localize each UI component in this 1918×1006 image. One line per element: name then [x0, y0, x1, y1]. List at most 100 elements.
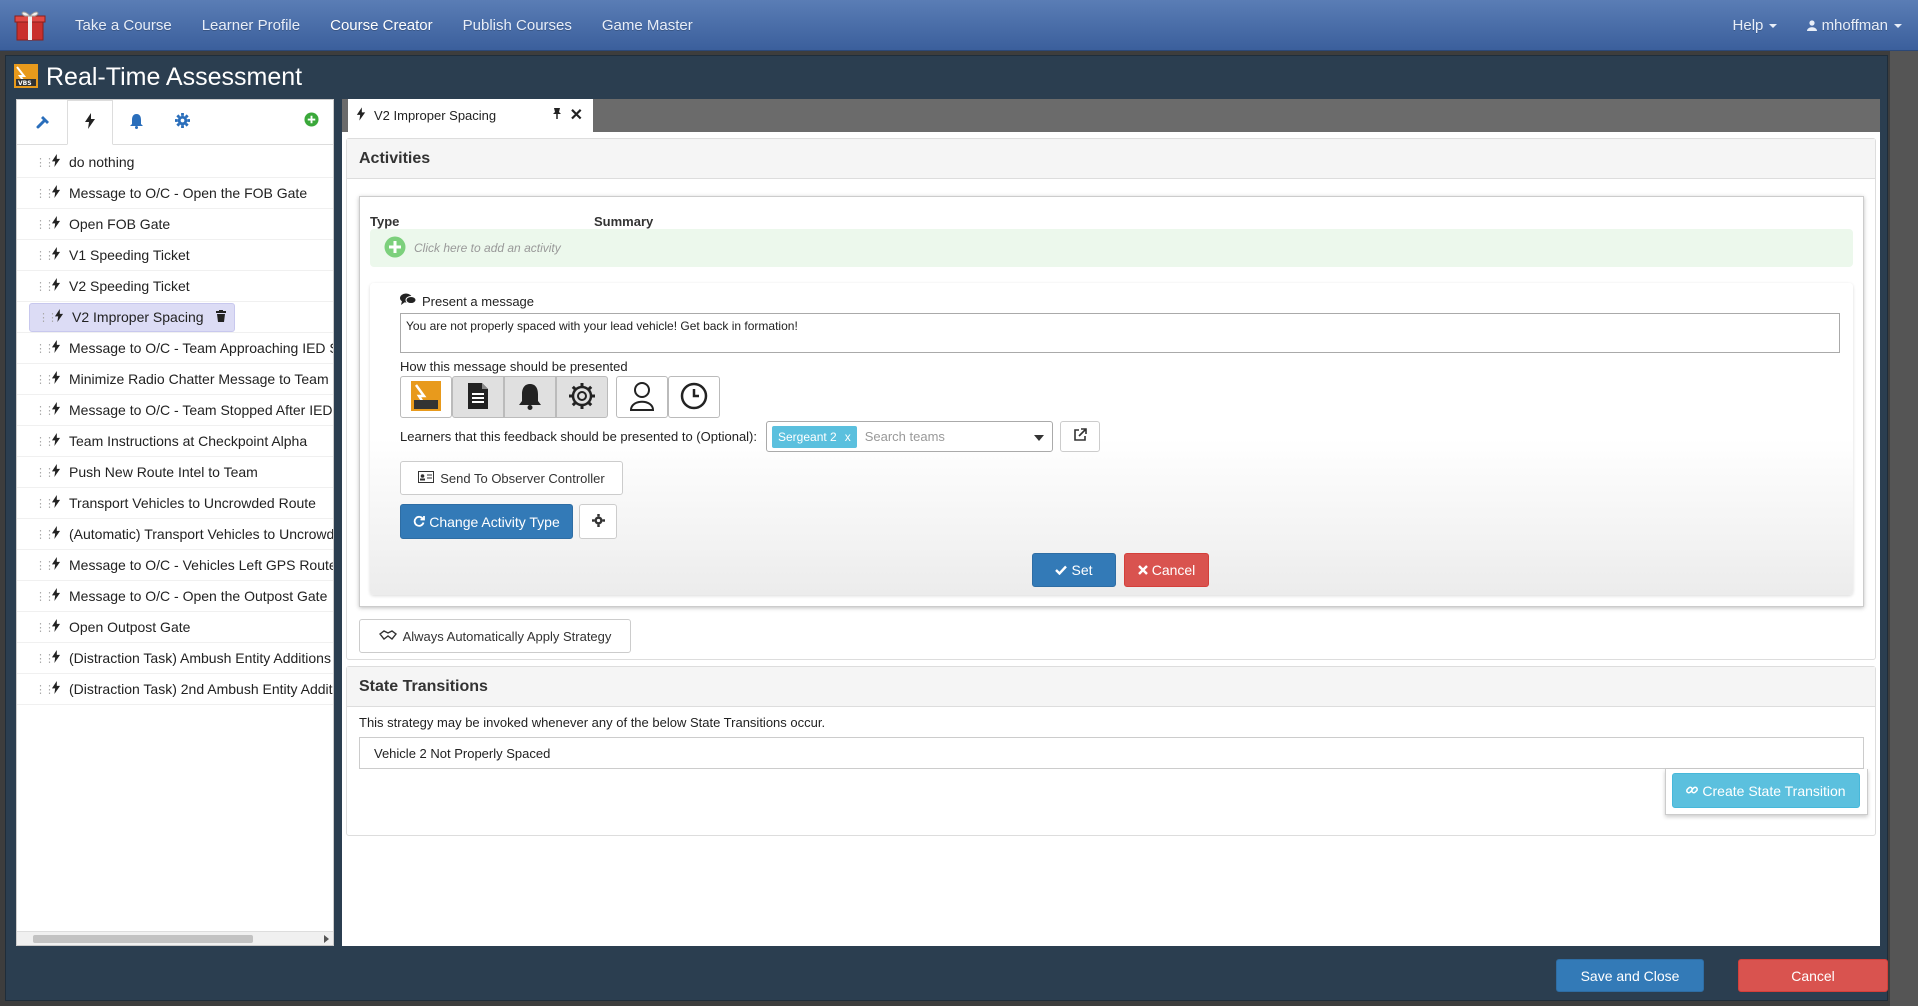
- drag-handle-icon[interactable]: ⋮⋮: [35, 652, 55, 665]
- strategy-item[interactable]: ⋮⋮ Transport Vehicles to Uncrowded Route: [17, 488, 333, 519]
- drag-handle-icon[interactable]: ⋮⋮: [35, 373, 55, 386]
- tab-settings[interactable]: [159, 100, 205, 144]
- strategy-item[interactable]: ⋮⋮ V1 Speeding Ticket: [17, 240, 333, 271]
- bolt-icon: [51, 526, 63, 542]
- drag-handle-icon[interactable]: ⋮⋮: [35, 218, 55, 231]
- drag-handle-icon[interactable]: ⋮⋮: [35, 528, 55, 541]
- strategy-item[interactable]: ⋮⋮ Message to O/C - Open the Outpost Gate: [17, 581, 333, 612]
- nav-course-creator[interactable]: Course Creator: [315, 0, 448, 51]
- mode-vbs-button[interactable]: [400, 376, 452, 418]
- strategy-item[interactable]: ⋮⋮ (Distraction Task) 2nd Ambush Entity A…: [17, 674, 333, 705]
- nav-publish-courses[interactable]: Publish Courses: [448, 0, 587, 51]
- clock-icon: [680, 382, 708, 413]
- strategy-label: Team Instructions at Checkpoint Alpha: [69, 433, 308, 449]
- activity-settings-button[interactable]: [579, 504, 617, 539]
- strategy-item[interactable]: ⋮⋮ Open FOB Gate: [17, 209, 333, 240]
- drag-handle-icon[interactable]: ⋮⋮: [35, 590, 55, 603]
- horizontal-scrollbar[interactable]: [17, 931, 333, 945]
- strategy-tabs: [17, 100, 333, 145]
- strategy-item[interactable]: ⋮⋮ Message to O/C - Vehicles Left GPS Rou…: [17, 550, 333, 581]
- strategy-item[interactable]: ⋮⋮ (Automatic) Transport Vehicles to Uncr…: [17, 519, 333, 550]
- scrollbar-thumb[interactable]: [33, 935, 253, 943]
- team-select[interactable]: Sergeant 2 x Search teams: [766, 421, 1053, 452]
- open-external-button[interactable]: [1060, 421, 1100, 452]
- drag-handle-icon[interactable]: ⋮⋮: [35, 435, 55, 448]
- drag-handle-icon[interactable]: ⋮⋮: [35, 249, 55, 262]
- save-and-close-button[interactable]: Save and Close: [1556, 959, 1704, 992]
- create-state-transition-button[interactable]: Create State Transition: [1672, 773, 1860, 808]
- vbs-logo-icon: [411, 380, 441, 414]
- add-activity-row[interactable]: Click here to add an activity: [370, 229, 1853, 267]
- mode-gear-button[interactable]: [556, 376, 608, 418]
- send-to-oc-button[interactable]: Send To Observer Controller: [400, 461, 623, 495]
- trash-icon[interactable]: [215, 309, 226, 325]
- mode-bell-button[interactable]: [504, 376, 556, 418]
- drag-handle-icon[interactable]: ⋮⋮: [35, 559, 55, 572]
- person-icon: [629, 381, 655, 414]
- always-apply-label: Always Automatically Apply Strategy: [402, 628, 612, 644]
- remove-team-icon[interactable]: x: [845, 430, 851, 444]
- drag-handle-icon[interactable]: ⋮⋮: [35, 187, 55, 200]
- bolt-icon: [51, 185, 63, 201]
- nav-take-a-course[interactable]: Take a Course: [60, 0, 187, 51]
- tab-notifications[interactable]: [113, 100, 159, 144]
- nav-game-master[interactable]: Game Master: [587, 0, 708, 51]
- close-icon[interactable]: ✕: [570, 105, 583, 125]
- strategy-item[interactable]: ⋮⋮ Push New Route Intel to Team: [17, 457, 333, 488]
- drag-handle-icon[interactable]: ⋮⋮: [35, 466, 55, 479]
- user-dropdown[interactable]: mhoffman: [1792, 0, 1902, 51]
- tab-strategies[interactable]: [67, 100, 113, 145]
- strategy-item[interactable]: ⋮⋮ do nothing: [17, 147, 333, 178]
- times-icon: [1137, 562, 1148, 578]
- real-time-assessment-modal: VBS Real-Time Assessment ⋮⋮ do nothing ⋮…: [5, 55, 1888, 1001]
- activities-heading: Activities: [347, 139, 1875, 179]
- modal-cancel-button[interactable]: Cancel: [1738, 959, 1888, 992]
- strategy-item[interactable]: ⋮⋮ V2 Improper Spacing: [17, 302, 333, 333]
- activities-table: Type Summary Click here to add an activi…: [359, 196, 1864, 607]
- strategy-item[interactable]: ⋮⋮ Message to O/C - Team Approaching IED …: [17, 333, 333, 364]
- drag-handle-icon[interactable]: ⋮⋮: [35, 342, 55, 355]
- mode-document-button[interactable]: [452, 376, 504, 418]
- drag-handle-icon[interactable]: ⋮⋮: [35, 156, 55, 169]
- strategy-item[interactable]: ⋮⋮ (Distraction Task) Ambush Entity Addit…: [17, 643, 333, 674]
- drag-handle-icon[interactable]: ⋮⋮: [38, 311, 58, 324]
- check-icon: [1055, 562, 1068, 578]
- strategy-item[interactable]: ⋮⋮ Message to O/C - Open the FOB Gate: [17, 178, 333, 209]
- set-button[interactable]: Set: [1032, 553, 1116, 587]
- mode-clock-button[interactable]: [668, 376, 720, 418]
- selected-strategy[interactable]: ⋮⋮ V2 Improper Spacing: [29, 302, 235, 332]
- state-transition-label: Vehicle 2 Not Properly Spaced: [374, 745, 551, 761]
- message-textarea[interactable]: You are not properly spaced with your le…: [400, 313, 1840, 353]
- pin-icon[interactable]: [551, 107, 563, 122]
- always-apply-strategy-button[interactable]: Always Automatically Apply Strategy: [359, 619, 631, 653]
- drag-handle-icon[interactable]: ⋮⋮: [35, 621, 55, 634]
- add-strategy-button[interactable]: [304, 112, 319, 130]
- bolt-icon: [51, 619, 63, 635]
- scroll-right-icon[interactable]: [324, 935, 329, 943]
- tab-wrench[interactable]: [21, 100, 67, 144]
- drag-handle-icon[interactable]: ⋮⋮: [35, 404, 55, 417]
- drag-handle-icon[interactable]: ⋮⋮: [35, 280, 55, 293]
- search-teams-input[interactable]: Search teams: [865, 429, 945, 444]
- comments-icon: [400, 293, 417, 309]
- drag-handle-icon[interactable]: ⋮⋮: [35, 497, 55, 510]
- mode-person-button[interactable]: [616, 376, 668, 418]
- chevron-down-icon[interactable]: [1034, 435, 1044, 441]
- state-transition-row[interactable]: Vehicle 2 Not Properly Spaced: [359, 737, 1864, 769]
- nav-learner-profile[interactable]: Learner Profile: [187, 0, 315, 51]
- user-icon: [1807, 17, 1821, 34]
- strategy-item[interactable]: ⋮⋮ V2 Speeding Ticket: [17, 271, 333, 302]
- panel-splitter[interactable]: [334, 99, 342, 946]
- strategy-item[interactable]: ⋮⋮ Minimize Radio Chatter Message to Team: [17, 364, 333, 395]
- change-activity-type-button[interactable]: Change Activity Type: [400, 504, 573, 539]
- drag-handle-icon[interactable]: ⋮⋮: [35, 683, 55, 696]
- strategy-item[interactable]: ⋮⋮ Open Outpost Gate: [17, 612, 333, 643]
- vbs-logo-text: VBS: [18, 80, 32, 87]
- help-dropdown[interactable]: Help: [1718, 0, 1793, 51]
- tab-v2-improper-spacing[interactable]: V2 Improper Spacing ✕: [348, 99, 593, 132]
- state-transitions-heading: State Transitions: [347, 667, 1875, 707]
- strategy-item[interactable]: ⋮⋮ Team Instructions at Checkpoint Alpha: [17, 426, 333, 457]
- gift-logo-icon[interactable]: [0, 0, 60, 51]
- strategy-item[interactable]: ⋮⋮ Message to O/C - Team Stopped After IE…: [17, 395, 333, 426]
- activity-cancel-button[interactable]: Cancel: [1124, 553, 1209, 587]
